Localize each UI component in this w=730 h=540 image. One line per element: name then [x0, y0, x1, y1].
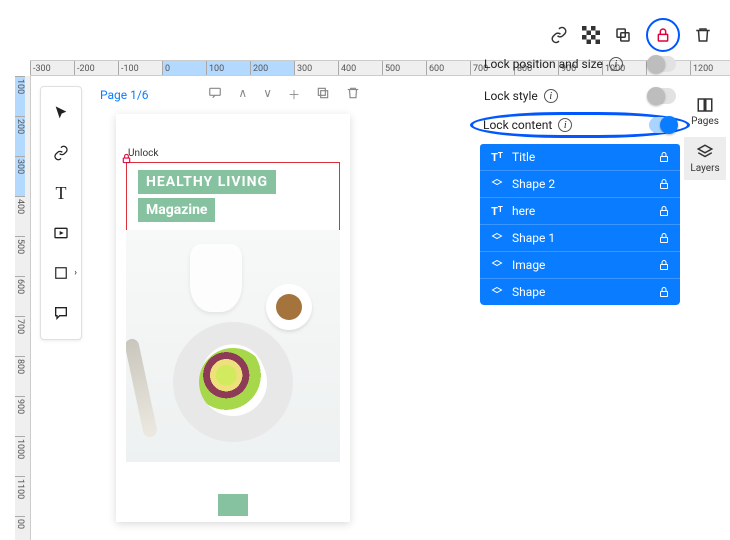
info-icon[interactable]: i: [558, 118, 572, 132]
layer-row[interactable]: Shape 1: [480, 225, 680, 252]
vertical-ruler: 1002003004005006007008009001000110000: [15, 76, 31, 540]
shape-layer-icon: [490, 178, 504, 190]
layer-lock-icon[interactable]: [658, 259, 670, 271]
page-strip: Page 1/6 ∧ ∨ ＋: [100, 86, 360, 103]
page-up-icon[interactable]: ∧: [238, 86, 247, 103]
info-icon[interactable]: i: [544, 89, 558, 103]
comment-tool[interactable]: [43, 293, 79, 333]
comment-icon[interactable]: [208, 86, 222, 103]
info-icon[interactable]: i: [609, 57, 623, 71]
layer-lock-icon[interactable]: [658, 151, 670, 163]
lock-option-row: Lock style i: [480, 80, 680, 112]
page-indicator[interactable]: Page 1/6: [100, 88, 149, 102]
link-icon[interactable]: [550, 26, 568, 44]
layer-lock-icon[interactable]: [658, 232, 670, 244]
lock-option-row: Lock content i: [470, 112, 690, 138]
toggle-switch[interactable]: [648, 56, 676, 72]
layer-lock-icon[interactable]: [658, 286, 670, 298]
layers-tab-label: Layers: [690, 163, 719, 174]
lock-option-label: Lock style: [484, 89, 538, 103]
delete-page-icon[interactable]: [346, 86, 360, 103]
pages-tab[interactable]: Pages: [684, 90, 726, 133]
duplicate-page-icon[interactable]: [316, 86, 330, 103]
hero-image[interactable]: [126, 230, 340, 462]
lock-button-highlight: [646, 18, 680, 52]
trash-icon[interactable]: [694, 26, 712, 44]
video-tool[interactable]: [43, 213, 79, 253]
layer-name: Image: [512, 258, 545, 272]
lock-panel: Lock position and size i Lock style i Lock c…: [480, 48, 680, 305]
artboard[interactable]: Unlock HEALTHY LIVING Magazine: [116, 114, 350, 522]
pages-tab-label: Pages: [691, 116, 719, 127]
layer-name: Shape: [512, 285, 545, 299]
unlock-label: Unlock: [128, 148, 158, 159]
cursor-tool[interactable]: [43, 93, 79, 133]
layer-row[interactable]: Shape: [480, 279, 680, 305]
layer-row[interactable]: Image: [480, 252, 680, 279]
side-tabs: Pages Layers: [684, 90, 726, 180]
shape-layer-icon: [490, 259, 504, 271]
layer-name: Shape 2: [512, 177, 555, 191]
layer-name: Shape 1: [512, 231, 555, 245]
chevron-right-icon: ›: [74, 268, 77, 278]
layer-name: here: [512, 204, 535, 218]
layer-row[interactable]: TT here: [480, 198, 680, 225]
top-toolbar: [550, 18, 712, 52]
text-tool[interactable]: T: [43, 173, 79, 213]
lock-option-label: Lock position and size: [484, 57, 603, 71]
text-layer-icon: TT: [490, 151, 504, 164]
shape-tool[interactable]: ›: [43, 253, 79, 293]
shape-layer-icon: [490, 286, 504, 298]
layer-lock-icon[interactable]: [658, 178, 670, 190]
text-layer-icon: TT: [490, 205, 504, 218]
bottom-block[interactable]: [218, 494, 248, 516]
add-page-icon[interactable]: ＋: [288, 86, 300, 103]
left-toolbar: T ›: [40, 86, 82, 340]
selection-lock-icon[interactable]: [121, 153, 132, 164]
headline-tag[interactable]: HEALTHY LIVING: [138, 170, 276, 194]
subhead-tag[interactable]: Magazine: [138, 198, 215, 222]
layer-list: TT Title Shape 2 TT here Shape 1 Image Shape: [480, 144, 680, 305]
link-tool[interactable]: [43, 133, 79, 173]
layer-lock-icon[interactable]: [658, 205, 670, 217]
layer-row[interactable]: TT Title: [480, 144, 680, 171]
toggle-switch[interactable]: [648, 88, 676, 104]
transparency-icon[interactable]: [582, 26, 600, 44]
lock-option-row: Lock position and size i: [480, 48, 680, 80]
toggle-switch[interactable]: [649, 117, 677, 133]
layer-row[interactable]: Shape 2: [480, 171, 680, 198]
lock-option-label: Lock content: [483, 118, 552, 132]
lock-icon[interactable]: [654, 26, 672, 44]
page-down-icon[interactable]: ∨: [263, 86, 272, 103]
layer-name: Title: [512, 150, 535, 164]
copy-icon[interactable]: [614, 26, 632, 44]
shape-layer-icon: [490, 232, 504, 244]
layers-tab[interactable]: Layers: [684, 137, 726, 180]
